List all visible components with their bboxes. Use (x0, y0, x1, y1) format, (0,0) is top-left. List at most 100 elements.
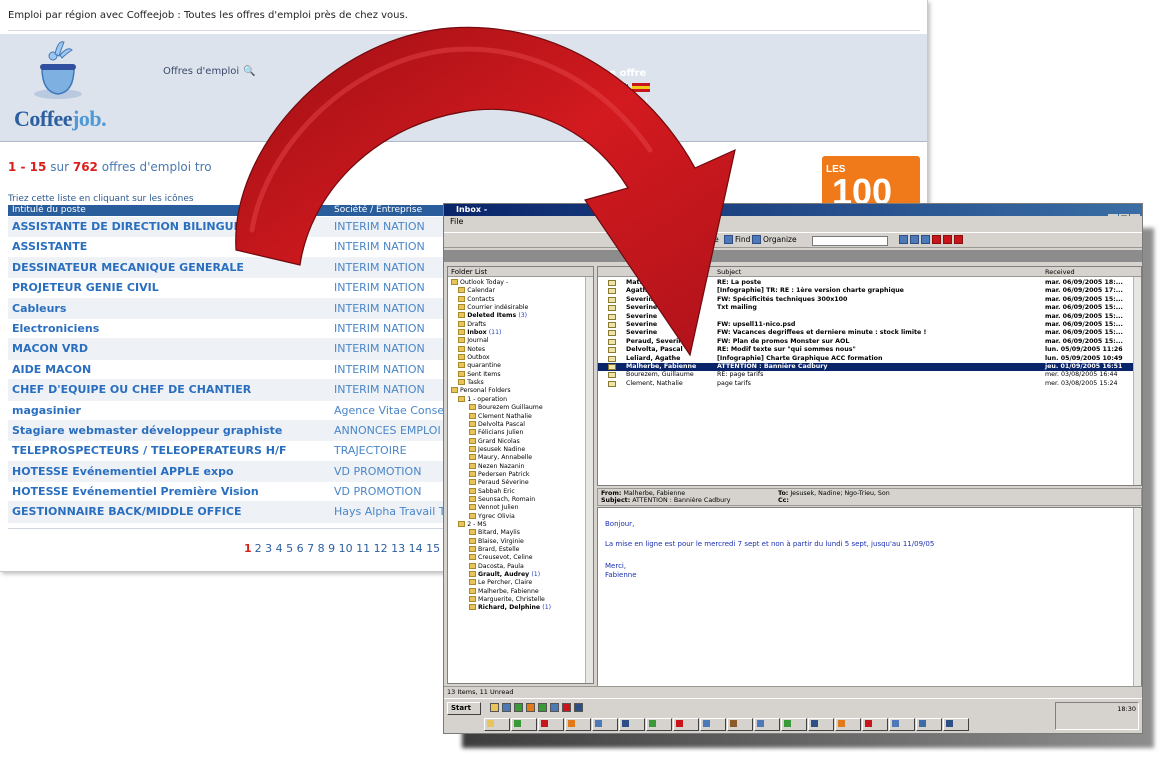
job-title[interactable]: CHEF D'EQUIPE OU CHEF DE CHANTIER (12, 383, 251, 396)
folder-item[interactable]: Deleted Items (3) (448, 312, 593, 320)
folder-item[interactable]: Personal Folders (448, 387, 593, 395)
quicklaunch-word-icon[interactable] (550, 703, 559, 712)
message-row[interactable]: Peraud, Severine FW: Plan de promos Monst… (598, 338, 1134, 346)
folder-item[interactable]: Malherbe, Fabienne (448, 587, 593, 596)
page-link[interactable]: 7 (307, 542, 314, 555)
job-title[interactable]: Cableurs (12, 302, 66, 315)
job-title[interactable]: Stagiare webmaster développeur graphiste (12, 424, 282, 437)
job-company[interactable]: ANNONCES EMPLOI (334, 424, 441, 437)
job-title[interactable]: DESSINATEUR MECANIQUE GENERALE (12, 261, 244, 274)
folder-item[interactable]: Creusevot, Celine (448, 554, 593, 562)
folder-item[interactable]: Tasks (448, 379, 593, 387)
folder-item[interactable]: 2 - MS (448, 520, 593, 529)
preview-pane[interactable]: Bonjour, La mise en ligne est pour le me… (597, 507, 1142, 687)
taskbar-button[interactable] (673, 718, 699, 731)
folder-item[interactable]: Grault, Audrey (1) (448, 571, 593, 579)
quicklaunch-folder-icon[interactable] (490, 703, 499, 712)
folder-item[interactable]: Maury, Annabelle (448, 454, 593, 462)
taskbar-button[interactable] (889, 718, 915, 731)
job-company[interactable]: TRAJECTOIRE (334, 444, 407, 457)
job-title[interactable]: HOTESSE Evénementiel Première Vision (12, 485, 259, 498)
job-title[interactable]: MACON VRD (12, 342, 88, 355)
quicklaunch-excel-icon[interactable] (538, 703, 547, 712)
page-link[interactable]: 14 (409, 542, 423, 555)
nav-offres-emploi[interactable]: Offres d'emploi 🔍 (163, 66, 256, 77)
page-link[interactable]: 3 (265, 542, 272, 555)
folder-item[interactable]: Journal (448, 337, 593, 345)
job-company[interactable]: INTERIM NATION (334, 383, 425, 396)
job-title[interactable]: ASSISTANTE (12, 240, 87, 253)
col-societe[interactable]: Société / Entreprise (334, 205, 422, 216)
page-link[interactable]: 9 (328, 542, 335, 555)
taskbar-button[interactable] (916, 718, 942, 731)
page-link[interactable]: 15 (426, 542, 440, 555)
job-company[interactable]: Agence Vitae Conseil (334, 404, 450, 417)
message-list-scrollbar[interactable] (1133, 277, 1141, 485)
folder-item[interactable]: Contacts (448, 295, 593, 304)
page-link[interactable]: 5 (286, 542, 293, 555)
folder-item[interactable]: Courrier indésirable (448, 304, 593, 312)
folder-item[interactable]: Bourezem Guillaume (448, 404, 593, 412)
job-title[interactable]: magasinier (12, 404, 81, 417)
start-button[interactable]: Start (447, 702, 481, 715)
job-title[interactable]: GESTIONNAIRE BACK/MIDDLE OFFICE (12, 505, 241, 518)
page-link[interactable]: 8 (318, 542, 325, 555)
taskbar-button[interactable] (700, 718, 726, 731)
preview-scrollbar[interactable] (1133, 508, 1141, 686)
folder-item[interactable]: Félicians Julien (448, 429, 593, 437)
folder-item[interactable]: Ygrec Olivia (448, 512, 593, 521)
job-company[interactable]: INTERIM NATION (334, 281, 425, 294)
col-poste[interactable]: Intitulé du poste (12, 205, 86, 216)
message-row[interactable]: Bourezem, Guillaume RE: page tarifs mer. 0… (598, 371, 1134, 379)
folder-item[interactable]: Seunsach, Romain (448, 495, 593, 504)
folder-item[interactable]: Outbox (448, 354, 593, 362)
taskbar-button[interactable] (484, 718, 510, 731)
taskbar-button[interactable] (565, 718, 591, 731)
job-title[interactable]: TELEPROSPECTEURS / TELEOPERATEURS H/F (12, 444, 287, 457)
job-title[interactable]: Electroniciens (12, 322, 99, 335)
organize-button[interactable]: Organize (752, 235, 797, 244)
folder-item[interactable]: Richard, Delphine (1) (448, 604, 593, 612)
taskbar-button[interactable] (538, 718, 564, 731)
quicklaunch-desktop-icon[interactable] (502, 703, 511, 712)
page-link[interactable]: 12 (374, 542, 388, 555)
job-title[interactable]: ASSISTANTE DE DIRECTION BILINGUE (12, 220, 241, 233)
message-row[interactable]: Delvolta, Pascal RE: Modif texte sur "qui… (598, 346, 1134, 354)
page-link[interactable]: 13 (391, 542, 405, 555)
folder-item[interactable]: Notes (448, 345, 593, 354)
job-title[interactable]: PROJETEUR GENIE CIVIL (12, 281, 159, 294)
job-company[interactable]: INTERIM NATION (334, 302, 425, 315)
folder-item[interactable]: quarantine (448, 362, 593, 370)
folder-item[interactable]: 1 - operation (448, 395, 593, 404)
quicklaunch-acrobat-icon[interactable] (562, 703, 571, 712)
folder-item[interactable]: Le Percher, Claire (448, 579, 593, 587)
quicklaunch-outlook-icon[interactable] (574, 703, 583, 712)
folder-item[interactable]: Sent Items (448, 370, 593, 379)
job-company[interactable]: Hays Alpha Travail Te (334, 505, 450, 518)
menu-file[interactable]: File (450, 217, 463, 226)
taskbar-button[interactable] (943, 718, 969, 731)
message-row[interactable]: Malherbe, Fabienne ATTENTION : Bannière C… (598, 362, 1134, 372)
taskbar-button[interactable] (511, 718, 537, 731)
message-row[interactable]: Severine FW: Spécificités techniques 300x… (598, 296, 1134, 304)
folder-item[interactable]: Inbox (11) (448, 329, 593, 337)
outlook-titlebar[interactable]: Inbox - _□× (444, 204, 1142, 223)
job-company[interactable]: INTERIM NATION (334, 342, 425, 355)
coffeejob-logo[interactable]: Coffeejob. (14, 106, 107, 132)
folder-item[interactable]: Bitard, Maylis (448, 529, 593, 537)
message-row[interactable]: Clement, Nathalie page tarifs mer. 03/08/2… (598, 380, 1134, 388)
taskbar-button[interactable] (862, 718, 888, 731)
job-company[interactable]: INTERIM NATION (334, 220, 425, 233)
taskbar-button[interactable] (646, 718, 672, 731)
job-company[interactable]: VD PROMOTION (334, 485, 421, 498)
page-link[interactable]: 6 (297, 542, 304, 555)
taskbar-button[interactable] (592, 718, 618, 731)
folder-item[interactable]: Sabbah Eric (448, 487, 593, 496)
quicklaunch-ie-icon[interactable] (514, 703, 523, 712)
job-company[interactable]: INTERIM NATION (334, 261, 425, 274)
folder-item[interactable]: Jesusek Nadine (448, 445, 593, 454)
folder-item[interactable]: Grard Nicolas (448, 437, 593, 446)
folder-item[interactable]: Outlook Today - (448, 279, 593, 287)
page-link[interactable]: 10 (339, 542, 353, 555)
folder-item[interactable]: Blaise, Virginie (448, 537, 593, 546)
